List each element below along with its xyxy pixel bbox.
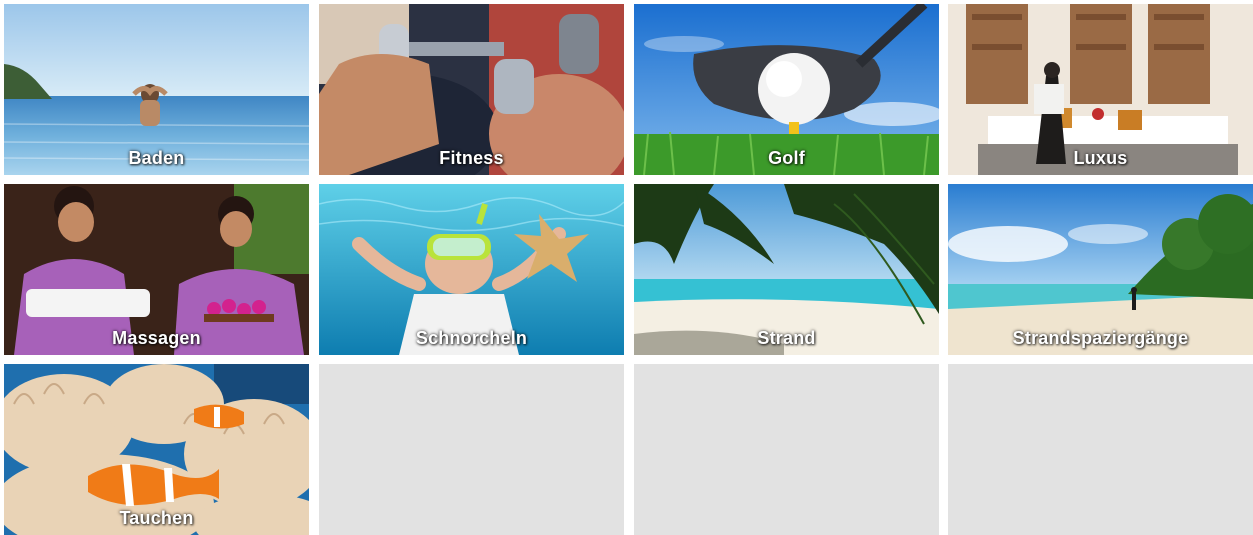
tile-label: Baden — [128, 148, 185, 168]
tile-label: Tauchen — [119, 508, 194, 528]
tile-strandspaziergaenge[interactable]: Strandspaziergänge — [948, 184, 1253, 355]
tile-strand[interactable]: Strand — [634, 184, 939, 355]
tile-luxus[interactable]: Luxus — [948, 4, 1253, 175]
tile-golf[interactable]: Golf — [634, 4, 939, 175]
tile-baden[interactable]: Baden — [4, 4, 309, 175]
tile-label: Luxus — [1073, 148, 1128, 168]
tile-label: Strand — [757, 328, 816, 348]
tile-fitness[interactable]: Fitness — [319, 4, 624, 175]
tile-label: Massagen — [112, 328, 201, 348]
empty-tile-placeholder — [319, 364, 624, 535]
empty-tile-placeholder — [948, 364, 1253, 535]
tile-label: Fitness — [439, 148, 504, 168]
tile-massagen[interactable]: Massagen — [4, 184, 309, 355]
tile-label: Strandspaziergänge — [1012, 328, 1189, 348]
tile-label: Golf — [768, 148, 805, 168]
tile-schnorcheln[interactable]: Schnorcheln — [319, 184, 624, 355]
tile-tauchen[interactable]: Tauchen — [4, 364, 309, 535]
tile-label: Schnorcheln — [415, 328, 528, 348]
activity-grid: Baden Fitness Golf Luxus Massagen Schnor… — [0, 0, 1253, 535]
empty-tile-placeholder — [634, 364, 939, 535]
